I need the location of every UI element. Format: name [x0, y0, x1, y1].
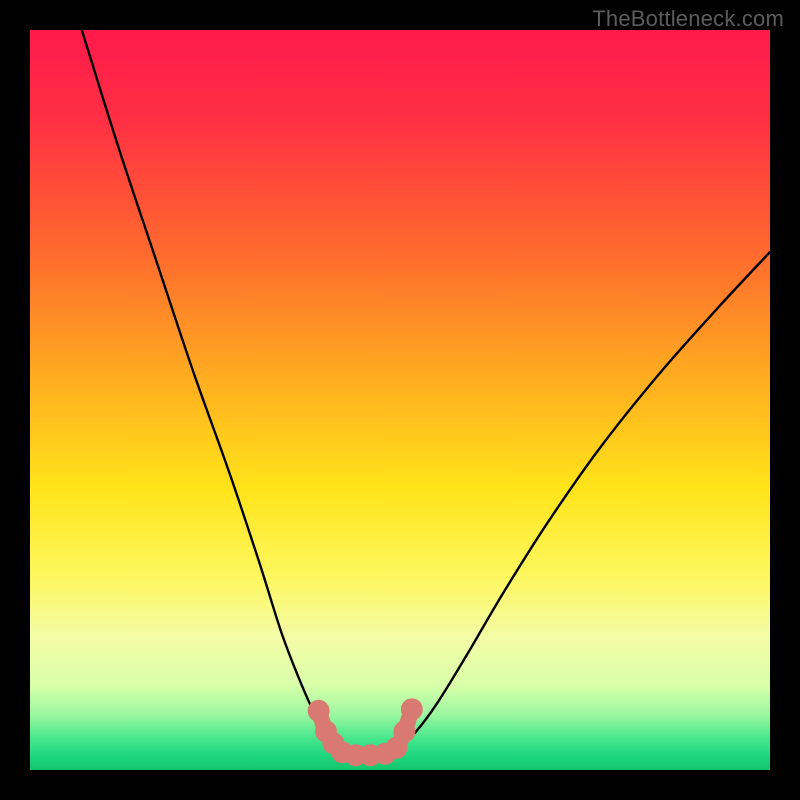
bottleneck-curve-right	[400, 252, 770, 746]
valley-marker-dot	[393, 721, 415, 743]
valley-markers	[308, 698, 423, 766]
plot-area	[30, 30, 770, 770]
bottleneck-curve-left	[82, 30, 337, 744]
valley-marker-dot	[401, 698, 423, 720]
curve-layer	[30, 30, 770, 770]
valley-marker-dot	[308, 700, 330, 722]
chart-frame: TheBottleneck.com	[0, 0, 800, 800]
watermark-text: TheBottleneck.com	[592, 6, 784, 32]
